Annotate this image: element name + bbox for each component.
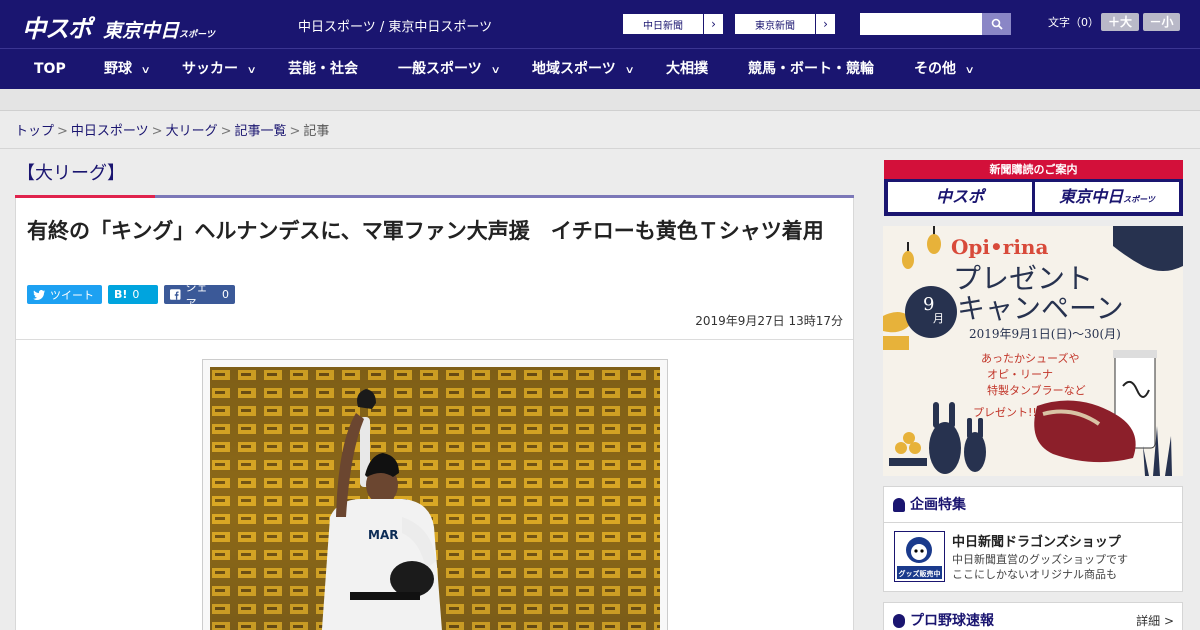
nav-item-baseball[interactable]: 野球 ∨ (104, 49, 151, 89)
chevron-right-icon: › (815, 14, 835, 34)
nav-item-other[interactable]: その他 ∨ (914, 49, 975, 89)
live-scores-heading: プロ野球速報 詳細 > (884, 603, 1182, 630)
font-size-label: 文字（0） (1048, 16, 1099, 29)
main-nav: TOP 野球 ∨ サッカー ∨ 芸能・社会 一般スポーツ ∨ 地域スポーツ ∨ 大相撲 … (0, 48, 1200, 89)
article-photo[interactable]: MAR (210, 367, 660, 630)
svg-text:グッズ販売中: グッズ販売中 (899, 569, 941, 578)
article-card: 有終の「キング」ヘルナンデスに、マ軍ファン大声援 イチローも黄色Ｔシャツ着用 ツ… (15, 198, 854, 630)
breadcrumb-current: 記事 (303, 124, 330, 139)
ad-artwork: 9 月 Opi•rina プレゼント キャンペーン 2019年9月1日(日)〜3… (883, 226, 1183, 476)
search-input[interactable] (860, 13, 982, 35)
divider (16, 339, 853, 340)
site-names: 中日スポーツ / 東京中日スポーツ (298, 20, 493, 35)
svg-text:キャンペーン: キャンペーン (957, 292, 1124, 325)
publish-date: 2019年9月27日 13時17分 (695, 314, 843, 328)
chevron-down-icon: ∨ (246, 65, 257, 76)
logo-tokyo-chunichi: 東京中日スポーツ (103, 20, 215, 42)
facebook-icon (170, 289, 181, 300)
nav-item-entertainment[interactable]: 芸能・社会 (288, 49, 358, 89)
svg-text:特製タンブラーなど: 特製タンブラーなど (987, 383, 1086, 397)
chevron-down-icon: ∨ (624, 65, 635, 76)
dragons-shop-description: 中日新聞直営のグッズショップです ここにしかないオリジナル商品も (952, 553, 1128, 581)
ad-strip (0, 89, 1200, 111)
facebook-share-button[interactable]: シェア 0 (164, 281, 235, 310)
svg-text:MAR: MAR (368, 528, 398, 542)
search-button[interactable] (982, 13, 1011, 35)
nav-item-top[interactable]: TOP (34, 49, 66, 89)
svg-text:プレゼント: プレゼント (953, 262, 1093, 295)
nav-item-local-sports[interactable]: 地域スポーツ ∨ (532, 49, 635, 89)
feature-panel-heading: 企画特集 (884, 487, 1182, 523)
search-icon (991, 18, 1003, 30)
pitcher-photo: MAR (210, 367, 660, 630)
font-size-increase-button[interactable]: ＋大 (1101, 13, 1139, 31)
svg-text:Opi•rina: Opi•rina (951, 235, 1048, 259)
tokyo-shimbun-link[interactable]: 東京新聞 › (734, 13, 836, 35)
live-scores-more-link[interactable]: 詳細 > (1136, 603, 1174, 630)
svg-text:月: 月 (933, 312, 944, 325)
breadcrumb-mlb[interactable]: 大リーグ (166, 124, 218, 139)
hatena-icon: B! (114, 288, 128, 301)
nav-item-sumo[interactable]: 大相撲 (666, 49, 708, 89)
subscription-box: 新聞購読のご案内 中スポ 東京中日スポーツ (884, 160, 1183, 216)
svg-text:オピ・リーナ: オピ・リーナ (987, 368, 1053, 381)
top-bar: 中スポ 東京中日スポーツ 中日スポーツ / 東京中日スポーツ 中日新聞 › 東京… (0, 0, 1200, 48)
chevron-down-icon: ∨ (964, 65, 975, 76)
svg-text:あったかシューズや: あったかシューズや (981, 351, 1079, 365)
dragons-shop-thumbnail[interactable]: グッズ販売中 (894, 531, 945, 582)
nav-item-general-sports[interactable]: 一般スポーツ ∨ (398, 49, 501, 89)
breadcrumb-top[interactable]: トップ (15, 124, 54, 139)
hatena-bookmark-button[interactable]: B! 0 (108, 285, 158, 304)
ribbon-icon (893, 498, 905, 512)
breadcrumb-article-list[interactable]: 記事一覧 (235, 124, 287, 139)
chevron-down-icon: ∨ (140, 65, 151, 76)
nav-item-racing[interactable]: 競馬・ボート・競輪 (748, 49, 874, 89)
subscribe-tokyo-chunichi-button[interactable]: 東京中日スポーツ (1035, 182, 1179, 212)
search-box (860, 13, 1011, 35)
article-photo-frame: MAR (202, 359, 668, 630)
chevron-right-icon: › (703, 14, 723, 34)
chevron-down-icon: ∨ (490, 65, 501, 76)
live-scores-panel: プロ野球速報 詳細 > (883, 602, 1183, 630)
nav-item-soccer[interactable]: サッカー ∨ (182, 49, 257, 89)
subscribe-chuspo-button[interactable]: 中スポ (888, 182, 1032, 212)
logo-chuspo: 中スポ (22, 15, 92, 43)
breadcrumb: トップ > 中日スポーツ > 大リーグ > 記事一覧 > 記事 (15, 124, 330, 139)
chunichi-shimbun-link[interactable]: 中日新聞 › (622, 13, 724, 35)
subscription-heading: 新聞購読のご案内 (884, 160, 1183, 179)
tweet-button[interactable]: ツイート (27, 285, 102, 304)
campaign-ad-banner[interactable]: 9 月 Opi•rina プレゼント キャンペーン 2019年9月1日(日)〜3… (883, 226, 1183, 476)
font-size-decrease-button[interactable]: －小 (1143, 13, 1180, 31)
svg-text:2019年9月1日(日)〜30(月): 2019年9月1日(日)〜30(月) (969, 327, 1121, 341)
site-logo[interactable]: 中スポ 東京中日スポーツ (22, 9, 215, 44)
feature-panel: 企画特集 グッズ販売中 中日新聞ドラゴンズショップ 中日新聞直営のグッズショップ… (883, 486, 1183, 592)
dragons-shop-title[interactable]: 中日新聞ドラゴンズショップ (952, 531, 1121, 550)
breadcrumb-chunichi-sports[interactable]: 中日スポーツ (71, 124, 149, 139)
divider (0, 148, 1200, 149)
baseball-icon (893, 614, 905, 628)
twitter-icon (33, 289, 45, 300)
svg-text:プレゼント!!: プレゼント!! (973, 406, 1037, 419)
article-headline: 有終の「キング」ヘルナンデスに、マ軍ファン大声援 イチローも黄色Ｔシャツ着用 (27, 219, 824, 243)
category-label[interactable]: 【大リーグ】 (17, 159, 125, 185)
